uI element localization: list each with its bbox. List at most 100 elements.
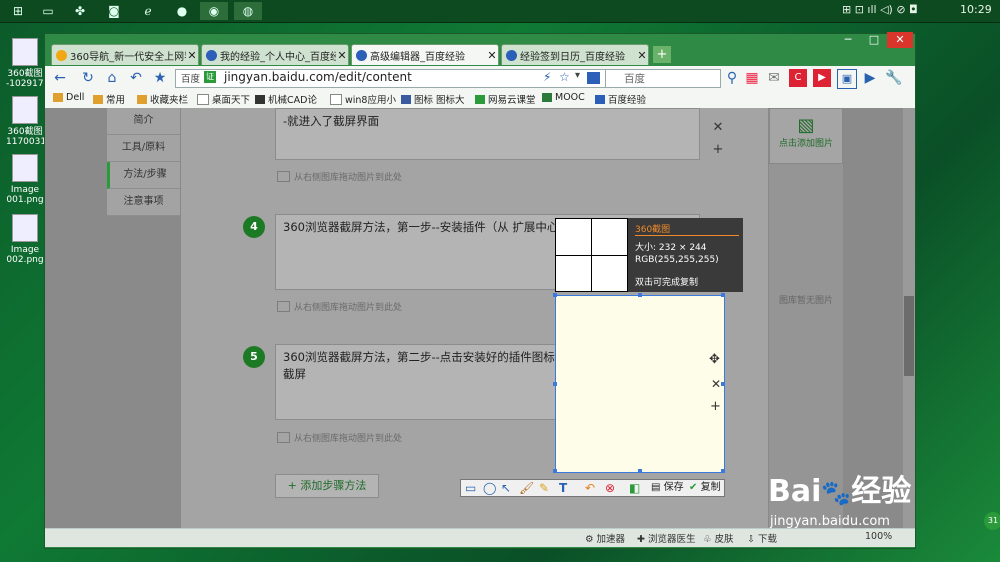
add-step-button[interactable]: + 添加步骤方法 xyxy=(275,474,379,498)
desktop-icon-label: Image 001.png xyxy=(6,185,44,205)
undo-icon[interactable]: ↶ xyxy=(127,69,145,87)
image-drop-hint[interactable]: 从右侧图库拖动图片到此处 xyxy=(277,300,402,313)
rectangle-tool-icon[interactable]: ▭ xyxy=(465,481,476,495)
floating-badge[interactable]: 31 xyxy=(984,512,1000,530)
search-input[interactable]: 百度 xyxy=(605,69,721,88)
tab-my-experience[interactable]: 我的经验_个人中心_百度经验 ✕ xyxy=(201,44,349,65)
bookmark-item[interactable]: 机械CAD论 xyxy=(255,92,317,106)
back-icon[interactable]: ← xyxy=(51,69,69,87)
resize-handle[interactable] xyxy=(638,293,642,297)
lightning-icon[interactable]: ⚡ xyxy=(543,70,551,84)
address-bar[interactable]: 百度 证 jingyan.baidu.com/edit/content ⚡ ☆ … xyxy=(175,69,607,88)
resize-handle[interactable] xyxy=(553,382,557,386)
undo-tool-icon[interactable]: ↶ xyxy=(585,481,595,495)
watermark-brand: Bai🐾经验 xyxy=(768,474,912,509)
share-tool-icon[interactable]: ◧ xyxy=(629,481,640,495)
image-drop-hint[interactable]: 从右侧图库拖动图片到此处 xyxy=(277,431,402,444)
desktop-icon[interactable]: 360截图 -1029171 xyxy=(6,38,49,89)
add-step-icon[interactable]: + xyxy=(711,142,725,157)
move-step-icon[interactable]: ✥ xyxy=(709,352,720,367)
sidenav-item-steps[interactable]: 方法/步骤 xyxy=(107,162,180,189)
copy-button[interactable]: ✔ 复制 xyxy=(689,481,721,495)
tab-editor[interactable]: 高级编辑器_百度经验 ✕ xyxy=(351,44,499,65)
bookmark-item[interactable]: 图标 图标大 xyxy=(401,92,465,106)
home-icon[interactable]: ⌂ xyxy=(103,69,121,87)
tray-icons[interactable]: ⊞ ⊡ ıll ◁) ⊘ ◘ xyxy=(842,3,918,16)
start-icon[interactable]: ⊞ xyxy=(4,2,32,20)
brush-tool-icon[interactable]: 🖌 xyxy=(519,481,534,495)
desktop-icon[interactable]: Image 002.png xyxy=(6,214,44,265)
ellipse-tool-icon[interactable]: ◯ xyxy=(483,481,496,495)
desktop-icon[interactable]: 360截图 1170031 xyxy=(6,96,46,147)
resize-handle[interactable] xyxy=(721,469,725,473)
app3-icon[interactable]: ◍ xyxy=(234,2,262,20)
apps-grid-icon[interactable]: ▦ xyxy=(743,69,761,87)
bookmark-item[interactable]: 常用 xyxy=(93,92,125,106)
app2-icon[interactable]: ◙ xyxy=(100,2,128,20)
browser-doctor-button[interactable]: ✚ 浏览器医生 xyxy=(637,531,696,545)
video-icon[interactable]: ▶ xyxy=(813,69,831,87)
sidenav-item-notes[interactable]: 注意事项 xyxy=(107,189,180,216)
bookmark-item[interactable]: 网易云课堂 xyxy=(475,92,536,106)
resize-handle[interactable] xyxy=(553,293,557,297)
resize-handle[interactable] xyxy=(553,469,557,473)
tab-close-icon[interactable]: ✕ xyxy=(336,49,348,62)
download-button[interactable]: ⇩ 下载 xyxy=(747,531,777,545)
browser-360-icon[interactable]: ● xyxy=(168,2,196,20)
search-icon[interactable]: ⚲ xyxy=(723,69,741,87)
add-image-button[interactable]: ▧ 点击添加图片 xyxy=(769,108,843,164)
add-step-icon[interactable]: + xyxy=(710,399,721,414)
explorer-icon[interactable]: ▭ xyxy=(34,2,62,20)
player-icon[interactable]: ▶ xyxy=(861,69,879,87)
bookmark-item[interactable]: MOOC xyxy=(542,92,585,103)
baidu-paw-icon[interactable] xyxy=(587,72,600,84)
capture-selection[interactable] xyxy=(553,293,725,473)
tab-360nav[interactable]: 360导航_新一代安全上网导航 ✕ xyxy=(51,44,199,65)
resize-handle[interactable] xyxy=(721,382,725,386)
dropdown-chevron-icon[interactable]: ▾ xyxy=(575,70,580,81)
tab-label: 高级编辑器_百度经验 xyxy=(370,51,465,63)
scrollbar-thumb[interactable] xyxy=(904,296,914,376)
tab-calendar[interactable]: 经验签到日历_百度经验 ✕ xyxy=(501,44,649,65)
ie-icon[interactable]: ℯ xyxy=(134,2,162,20)
bookmark-item[interactable]: Dell xyxy=(53,92,84,103)
bookmark-star-icon[interactable]: ☆ xyxy=(559,70,570,84)
bookmark-item[interactable]: win8应用小 xyxy=(330,92,396,106)
extension-c-icon[interactable]: C xyxy=(789,69,807,87)
bookmark-item[interactable]: 桌面天下 xyxy=(197,92,250,106)
tab-close-icon[interactable]: ✕ xyxy=(186,49,198,62)
new-tab-button[interactable]: + xyxy=(653,46,671,63)
app-icon[interactable]: ✤ xyxy=(66,2,94,20)
screenshot-plugin-icon[interactable]: ▣ xyxy=(837,69,857,89)
gallery-empty-text: 图库暂无图片 xyxy=(778,296,833,306)
tab-close-icon[interactable]: ✕ xyxy=(486,49,498,62)
arrow-tool-icon[interactable]: ↖ xyxy=(501,481,511,495)
chrome-icon[interactable]: ◉ xyxy=(200,2,228,20)
favorites-star-icon[interactable]: ★ xyxy=(151,69,169,87)
clock[interactable]: 10:29 xyxy=(960,3,992,16)
capture-hint: 双击可完成复制 xyxy=(635,278,699,288)
refresh-icon[interactable]: ↻ xyxy=(79,69,97,87)
tools-icon[interactable]: 🔧 xyxy=(885,69,903,87)
skin-button[interactable]: ♧ 皮肤 xyxy=(703,531,734,545)
save-button[interactable]: ▤ 保存 xyxy=(651,481,684,495)
accelerator-button[interactable]: ⚙ 加速器 xyxy=(585,531,625,545)
pencil-tool-icon[interactable]: ✎ xyxy=(539,481,549,495)
delete-step-icon[interactable]: ✕ xyxy=(711,120,725,135)
bookmark-item[interactable]: 收藏夹栏 xyxy=(137,92,188,106)
resize-handle[interactable] xyxy=(638,469,642,473)
text-tool-icon[interactable]: T xyxy=(559,481,567,495)
sidenav-item-intro[interactable]: 简介 xyxy=(107,108,180,135)
delete-step-icon[interactable]: ✕ xyxy=(711,377,721,391)
bookmark-item[interactable]: 百度经验 xyxy=(595,92,646,106)
resize-handle[interactable] xyxy=(721,293,725,297)
desktop-icon[interactable]: Image 001.png xyxy=(6,154,44,205)
sidenav-item-tools[interactable]: 工具/原料 xyxy=(107,135,180,162)
mail-icon[interactable]: ✉ xyxy=(765,69,783,87)
tab-close-icon[interactable]: ✕ xyxy=(636,49,648,62)
image-drop-hint[interactable]: 从右侧图库拖动图片到此处 xyxy=(277,170,402,183)
zoom-level[interactable]: 100% xyxy=(865,531,892,542)
cancel-tool-icon[interactable]: ⊗ xyxy=(605,481,615,495)
step-text-box[interactable]: -就进入了截屏界面 xyxy=(275,108,700,160)
verified-icon: 证 xyxy=(204,71,216,83)
